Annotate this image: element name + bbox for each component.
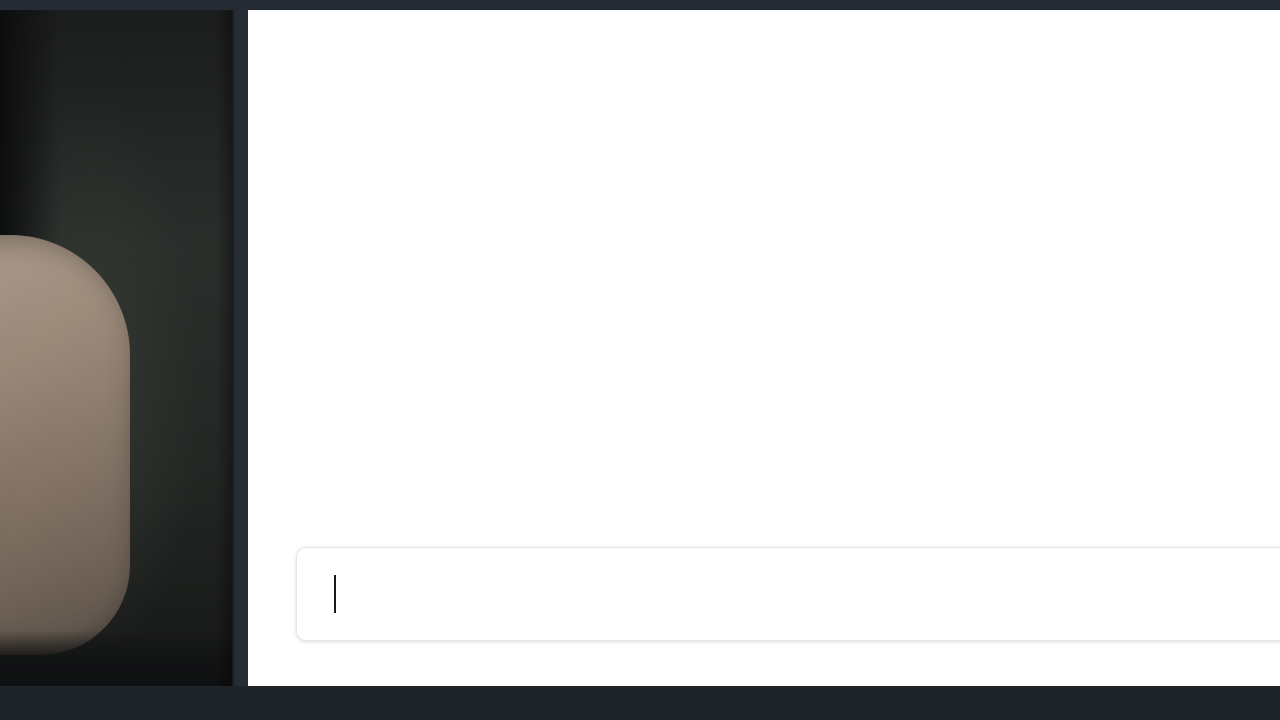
video-shadow [0,10,60,260]
top-strip [0,0,1280,10]
panel-divider[interactable] [232,10,248,686]
message-input[interactable] [297,548,1280,640]
app-window [0,0,1280,720]
message-composer[interactable] [296,547,1280,641]
video-feed [0,10,232,686]
video-bottom-shadow [0,630,232,686]
chat-panel [248,10,1280,686]
video-edge-shade [216,10,232,686]
video-subject [0,235,130,655]
bottom-strip [0,686,1280,720]
text-caret [334,575,336,613]
